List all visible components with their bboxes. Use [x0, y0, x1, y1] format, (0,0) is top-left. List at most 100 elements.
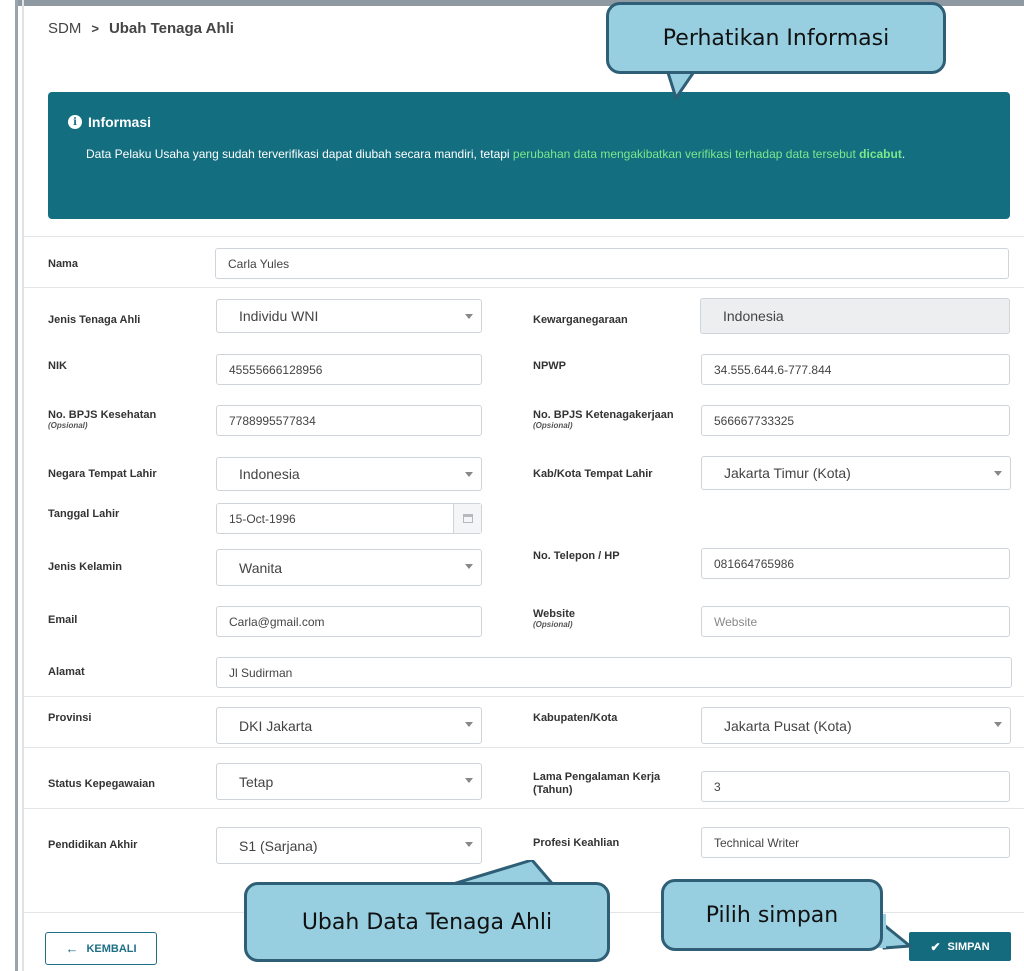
check-icon: ✔	[930, 939, 941, 954]
label-bpjs-kesehatan-text: No. BPJS Kesehatan	[48, 409, 157, 421]
label-website-text: Website	[533, 608, 575, 620]
chevron-down-icon	[465, 722, 473, 727]
info-text-plain: Data Pelaku Usaha yang sudah terverifika…	[86, 147, 513, 161]
alamat-input[interactable]: Jl Sudirman	[216, 657, 1012, 688]
label-bpjs-ketenagakerjaan-optional: (Opsional)	[533, 421, 573, 430]
npwp-input[interactable]: 34.555.644.6-777.844	[701, 354, 1010, 385]
breadcrumb-current: Ubah Tenaga Ahli	[108, 20, 234, 37]
breadcrumb: SDM > Ubah Tenaga Ahli	[48, 20, 234, 37]
back-button-label: KEMBALI	[86, 942, 137, 955]
info-text: Data Pelaku Usaha yang sudah terverifika…	[86, 146, 986, 163]
page: SDM > Ubah Tenaga Ahli i Informasi Data …	[0, 0, 1024, 971]
kab-kota-tempat-lahir-select[interactable]: Jakarta Timur (Kota)	[701, 456, 1011, 490]
negara-tempat-lahir-select[interactable]: Indonesia	[216, 457, 482, 491]
calendar-button[interactable]	[453, 504, 481, 533]
label-status-kepegawaian: Status Kepegawaian	[48, 778, 155, 790]
chevron-down-icon	[465, 842, 473, 847]
tanggal-lahir-value: 15-Oct-1996	[229, 512, 296, 526]
label-kewarganegaraan: Kewarganegaraan	[533, 314, 628, 326]
provinsi-select[interactable]: DKI Jakarta	[216, 707, 482, 744]
chevron-down-icon	[465, 314, 473, 319]
save-button-label: SIMPAN	[947, 940, 990, 953]
callout-top-text: Perhatikan Informasi	[662, 25, 890, 51]
sidebar-divider	[22, 0, 24, 971]
jenis-kelamin-select[interactable]: Wanita	[216, 549, 482, 586]
callout-bottom-right-text: Pilih simpan	[705, 902, 839, 928]
info-text-highlight-bold: dicabut	[859, 147, 902, 161]
breadcrumb-separator: >	[91, 21, 99, 36]
label-jenis-tenaga-ahli: Jenis Tenaga Ahli	[48, 314, 141, 326]
callout-bottom-right: Pilih simpan	[661, 879, 883, 951]
row-divider	[24, 696, 1024, 697]
nama-input[interactable]: Carla Yules	[215, 248, 1009, 279]
arrow-left-icon: ←	[65, 941, 79, 956]
chevron-down-icon	[994, 722, 1002, 727]
jenis-tenaga-ahli-select[interactable]: Individu WNI	[216, 299, 482, 333]
back-button[interactable]: ← KEMBALI	[45, 932, 157, 965]
pendidikan-akhir-value: S1 (Sarjana)	[239, 837, 318, 854]
tanggal-lahir-input[interactable]: 15-Oct-1996	[216, 503, 482, 534]
jenis-kelamin-value: Wanita	[239, 559, 283, 576]
info-text-highlight: perubahan data mengakibatkan verifikasi …	[512, 147, 856, 161]
label-bpjs-ketenagakerjaan: No. BPJS Ketenagakerjaan (Opsional)	[533, 409, 674, 430]
label-alamat: Alamat	[48, 666, 85, 678]
label-lama-pengalaman-text: Lama Pengalaman Kerja	[533, 771, 661, 783]
kabupaten-kota-value: Jakarta Pusat (Kota)	[724, 717, 852, 734]
row-divider	[24, 747, 1024, 748]
label-email: Email	[48, 614, 78, 626]
jenis-tenaga-ahli-value: Individu WNI	[239, 308, 319, 324]
website-input[interactable]: Website	[701, 606, 1010, 637]
breadcrumb-root[interactable]: SDM	[48, 20, 81, 37]
status-kepegawaian-value: Tetap	[239, 773, 274, 790]
label-nama: Nama	[48, 258, 78, 270]
lama-pengalaman-input[interactable]: 3	[701, 771, 1010, 802]
provinsi-value: DKI Jakarta	[239, 717, 313, 734]
label-provinsi: Provinsi	[48, 712, 92, 724]
callout-bottom-center: Ubah Data Tenaga Ahli	[244, 882, 610, 962]
label-jenis-kelamin: Jenis Kelamin	[48, 561, 122, 573]
label-bpjs-ketenagakerjaan-text: No. BPJS Ketenagakerjaan	[533, 409, 674, 421]
chevron-down-icon	[465, 778, 473, 783]
label-lama-pengalaman-unit: (Tahun)	[533, 784, 573, 796]
bpjs-kesehatan-input[interactable]: 7788995577834	[216, 405, 482, 436]
info-alert: i Informasi Data Pelaku Usaha yang sudah…	[48, 92, 1010, 219]
label-lama-pengalaman: Lama Pengalaman Kerja (Tahun)	[533, 771, 660, 797]
negara-tempat-lahir-value: Indonesia	[239, 466, 300, 482]
kabupaten-kota-select[interactable]: Jakarta Pusat (Kota)	[701, 707, 1011, 744]
telepon-input[interactable]: 081664765986	[701, 548, 1010, 579]
label-bpjs-kesehatan: No. BPJS Kesehatan (Opsional)	[48, 409, 156, 430]
callout-top: Perhatikan Informasi	[606, 2, 946, 74]
label-telepon: No. Telepon / HP	[533, 550, 620, 562]
label-negara-tempat-lahir: Negara Tempat Lahir	[48, 468, 157, 480]
info-title: i Informasi	[68, 114, 151, 130]
profesi-keahlian-input[interactable]: Technical Writer	[701, 827, 1010, 858]
nik-input[interactable]: 45555666128956	[216, 354, 482, 385]
email-input[interactable]: Carla@gmail.com	[216, 606, 482, 637]
label-website: Website (Opsional)	[533, 608, 575, 629]
row-divider	[24, 236, 1024, 237]
row-divider	[24, 287, 1024, 288]
label-npwp: NPWP	[533, 360, 566, 372]
bpjs-ketenagakerjaan-input[interactable]: 566667733325	[701, 405, 1010, 436]
callout-bottom-center-text: Ubah Data Tenaga Ahli	[301, 909, 553, 935]
sidebar-edge	[0, 0, 18, 971]
calendar-icon	[462, 514, 473, 523]
label-pendidikan-akhir: Pendidikan Akhir	[48, 839, 138, 851]
kewarganegaraan-value: Indonesia	[723, 308, 784, 324]
label-bpjs-kesehatan-optional: (Opsional)	[48, 421, 88, 430]
kewarganegaraan-field: Indonesia	[700, 298, 1010, 334]
pendidikan-akhir-select[interactable]: S1 (Sarjana)	[216, 827, 482, 864]
kab-kota-tempat-lahir-value: Jakarta Timur (Kota)	[724, 465, 851, 481]
chevron-down-icon	[465, 564, 473, 569]
status-kepegawaian-select[interactable]: Tetap	[216, 763, 482, 800]
info-icon: i	[68, 115, 82, 129]
label-profesi-keahlian: Profesi Keahlian	[533, 837, 620, 849]
chevron-down-icon	[994, 471, 1002, 476]
label-kab-kota-tempat-lahir: Kab/Kota Tempat Lahir	[533, 468, 653, 480]
label-tanggal-lahir: Tanggal Lahir	[48, 508, 120, 520]
info-text-end: .	[901, 147, 906, 161]
chevron-down-icon	[465, 472, 473, 477]
label-website-optional: (Opsional)	[533, 620, 573, 629]
row-divider	[24, 808, 1024, 809]
label-nik: NIK	[48, 360, 67, 372]
